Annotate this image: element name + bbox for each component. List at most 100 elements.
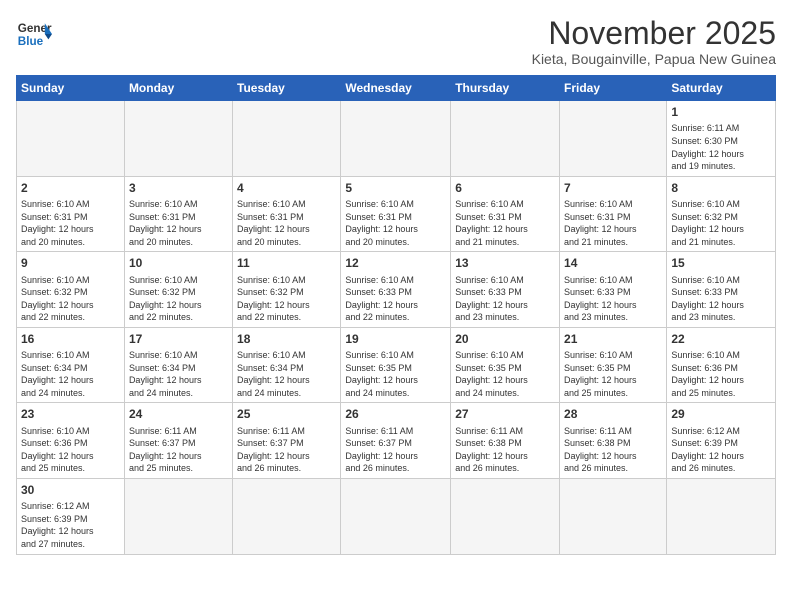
day-number: 27 — [455, 406, 555, 422]
day-number: 1 — [671, 104, 771, 120]
day-info: Sunrise: 6:10 AM Sunset: 6:31 PM Dayligh… — [564, 198, 662, 248]
day-number: 20 — [455, 331, 555, 347]
day-info: Sunrise: 6:10 AM Sunset: 6:32 PM Dayligh… — [237, 274, 336, 324]
day-number: 19 — [345, 331, 446, 347]
calendar-cell: 26 Sunrise: 6:11 AM Sunset: 6:37 PM Dayli… — [341, 403, 451, 479]
day-number: 15 — [671, 255, 771, 271]
day-number: 3 — [129, 180, 228, 196]
calendar-cell: 11 Sunrise: 6:10 AM Sunset: 6:32 PM Dayli… — [233, 252, 341, 328]
day-info: Sunrise: 6:10 AM Sunset: 6:36 PM Dayligh… — [671, 349, 771, 399]
day-info: Sunrise: 6:12 AM Sunset: 6:39 PM Dayligh… — [671, 425, 771, 475]
calendar-cell: 6Sunrise: 6:10 AM Sunset: 6:31 PM Daylig… — [451, 176, 560, 252]
calendar-cell: 12Sunrise: 6:10 AM Sunset: 6:33 PM Dayli… — [341, 252, 451, 328]
day-number: 17 — [129, 331, 228, 347]
calendar-cell: 20 Sunrise: 6:10 AM Sunset: 6:35 PM Dayli… — [451, 327, 560, 403]
calendar-cell: 21Sunrise: 6:10 AM Sunset: 6:35 PM Dayli… — [560, 327, 667, 403]
calendar-cell — [124, 101, 232, 177]
day-info: Sunrise: 6:10 AM Sunset: 6:34 PM Dayligh… — [129, 349, 228, 399]
day-number: 24 — [129, 406, 228, 422]
calendar-cell: 18Sunrise: 6:10 AM Sunset: 6:34 PM Dayli… — [233, 327, 341, 403]
day-info: Sunrise: 6:11 AM Sunset: 6:38 PM Dayligh… — [455, 425, 555, 475]
day-info: Sunrise: 6:10 AM Sunset: 6:31 PM Dayligh… — [237, 198, 336, 248]
day-info: Sunrise: 6:11 AM Sunset: 6:37 PM Dayligh… — [129, 425, 228, 475]
calendar-week-2: 9 Sunrise: 6:10 AM Sunset: 6:32 PM Daylig… — [17, 252, 776, 328]
logo: General Blue — [16, 16, 52, 52]
day-info: Sunrise: 6:10 AM Sunset: 6:35 PM Dayligh… — [455, 349, 555, 399]
calendar-cell: 15 Sunrise: 6:10 AM Sunset: 6:33 PM Dayli… — [667, 252, 776, 328]
calendar-cell — [667, 479, 776, 555]
day-info: Sunrise: 6:10 AM Sunset: 6:35 PM Dayligh… — [345, 349, 446, 399]
day-info: Sunrise: 6:11 AM Sunset: 6:30 PM Dayligh… — [671, 122, 771, 172]
weekday-header-sunday: Sunday — [17, 76, 125, 101]
calendar-cell: 27 Sunrise: 6:11 AM Sunset: 6:38 PM Dayli… — [451, 403, 560, 479]
day-number: 7 — [564, 180, 662, 196]
calendar-week-1: 2 Sunrise: 6:10 AM Sunset: 6:31 PM Daylig… — [17, 176, 776, 252]
day-info: Sunrise: 6:10 AM Sunset: 6:33 PM Dayligh… — [671, 274, 771, 324]
calendar-cell: 1 Sunrise: 6:11 AM Sunset: 6:30 PM Daylig… — [667, 101, 776, 177]
calendar-week-3: 16Sunrise: 6:10 AM Sunset: 6:34 PM Dayli… — [17, 327, 776, 403]
day-info: Sunrise: 6:10 AM Sunset: 6:31 PM Dayligh… — [129, 198, 228, 248]
calendar-table: SundayMondayTuesdayWednesdayThursdayFrid… — [16, 75, 776, 554]
calendar-cell — [341, 101, 451, 177]
calendar-cell: 5Sunrise: 6:10 AM Sunset: 6:31 PM Daylig… — [341, 176, 451, 252]
day-info: Sunrise: 6:10 AM Sunset: 6:35 PM Dayligh… — [564, 349, 662, 399]
day-number: 23 — [21, 406, 120, 422]
day-info: Sunrise: 6:10 AM Sunset: 6:33 PM Dayligh… — [455, 274, 555, 324]
day-info: Sunrise: 6:10 AM Sunset: 6:32 PM Dayligh… — [671, 198, 771, 248]
calendar-cell: 14Sunrise: 6:10 AM Sunset: 6:33 PM Dayli… — [560, 252, 667, 328]
day-info: Sunrise: 6:12 AM Sunset: 6:39 PM Dayligh… — [21, 500, 120, 550]
header: General Blue November 2025 Kieta, Bougai… — [16, 16, 776, 67]
day-info: Sunrise: 6:10 AM Sunset: 6:33 PM Dayligh… — [345, 274, 446, 324]
calendar-cell — [451, 479, 560, 555]
day-number: 26 — [345, 406, 446, 422]
calendar-cell: 2 Sunrise: 6:10 AM Sunset: 6:31 PM Daylig… — [17, 176, 125, 252]
page: General Blue November 2025 Kieta, Bougai… — [0, 0, 792, 612]
month-title: November 2025 — [532, 16, 776, 51]
weekday-header-thursday: Thursday — [451, 76, 560, 101]
day-info: Sunrise: 6:10 AM Sunset: 6:33 PM Dayligh… — [564, 274, 662, 324]
calendar-cell: 7 Sunrise: 6:10 AM Sunset: 6:31 PM Daylig… — [560, 176, 667, 252]
day-number: 10 — [129, 255, 228, 271]
day-number: 5 — [345, 180, 446, 196]
calendar-cell — [560, 479, 667, 555]
calendar-cell: 16Sunrise: 6:10 AM Sunset: 6:34 PM Dayli… — [17, 327, 125, 403]
calendar-cell: 3 Sunrise: 6:10 AM Sunset: 6:31 PM Daylig… — [124, 176, 232, 252]
day-number: 22 — [671, 331, 771, 347]
calendar-cell — [560, 101, 667, 177]
day-info: Sunrise: 6:11 AM Sunset: 6:38 PM Dayligh… — [564, 425, 662, 475]
day-number: 2 — [21, 180, 120, 196]
calendar-cell: 10Sunrise: 6:10 AM Sunset: 6:32 PM Dayli… — [124, 252, 232, 328]
day-info: Sunrise: 6:10 AM Sunset: 6:36 PM Dayligh… — [21, 425, 120, 475]
svg-text:Blue: Blue — [18, 35, 44, 48]
calendar-cell — [124, 479, 232, 555]
day-info: Sunrise: 6:10 AM Sunset: 6:34 PM Dayligh… — [237, 349, 336, 399]
day-info: Sunrise: 6:11 AM Sunset: 6:37 PM Dayligh… — [345, 425, 446, 475]
calendar-cell: 17 Sunrise: 6:10 AM Sunset: 6:34 PM Dayli… — [124, 327, 232, 403]
calendar-cell: 4 Sunrise: 6:10 AM Sunset: 6:31 PM Daylig… — [233, 176, 341, 252]
weekday-header-row: SundayMondayTuesdayWednesdayThursdayFrid… — [17, 76, 776, 101]
calendar-cell: 29 Sunrise: 6:12 AM Sunset: 6:39 PM Dayli… — [667, 403, 776, 479]
calendar-cell: 24 Sunrise: 6:11 AM Sunset: 6:37 PM Dayli… — [124, 403, 232, 479]
weekday-header-friday: Friday — [560, 76, 667, 101]
weekday-header-wednesday: Wednesday — [341, 76, 451, 101]
calendar-week-0: 1 Sunrise: 6:11 AM Sunset: 6:30 PM Daylig… — [17, 101, 776, 177]
calendar-cell: 19 Sunrise: 6:10 AM Sunset: 6:35 PM Dayli… — [341, 327, 451, 403]
weekday-header-tuesday: Tuesday — [233, 76, 341, 101]
calendar-cell — [451, 101, 560, 177]
calendar-cell: 23 Sunrise: 6:10 AM Sunset: 6:36 PM Dayli… — [17, 403, 125, 479]
calendar-cell: 13Sunrise: 6:10 AM Sunset: 6:33 PM Dayli… — [451, 252, 560, 328]
day-info: Sunrise: 6:10 AM Sunset: 6:31 PM Dayligh… — [455, 198, 555, 248]
calendar-cell — [233, 101, 341, 177]
day-info: Sunrise: 6:11 AM Sunset: 6:37 PM Dayligh… — [237, 425, 336, 475]
calendar-cell — [17, 101, 125, 177]
day-number: 29 — [671, 406, 771, 422]
day-info: Sunrise: 6:10 AM Sunset: 6:34 PM Dayligh… — [21, 349, 120, 399]
calendar-cell: 25Sunrise: 6:11 AM Sunset: 6:37 PM Dayli… — [233, 403, 341, 479]
calendar-cell: 30Sunrise: 6:12 AM Sunset: 6:39 PM Dayli… — [17, 479, 125, 555]
day-info: Sunrise: 6:10 AM Sunset: 6:32 PM Dayligh… — [21, 274, 120, 324]
day-number: 4 — [237, 180, 336, 196]
day-number: 9 — [21, 255, 120, 271]
day-number: 28 — [564, 406, 662, 422]
day-number: 11 — [237, 255, 336, 271]
day-info: Sunrise: 6:10 AM Sunset: 6:31 PM Dayligh… — [21, 198, 120, 248]
